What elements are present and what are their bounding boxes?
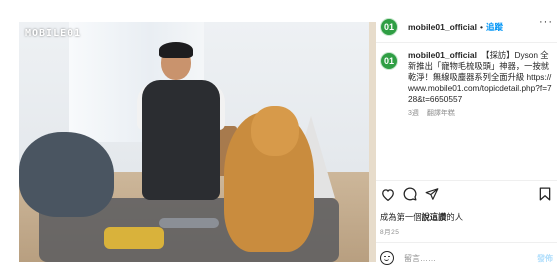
likes-suffix: 的人 [446,212,464,222]
caption-avatar-text: 01 [383,56,394,66]
photo-vacuum [104,227,164,249]
post-side-panel: 01 mobile01_official • 追蹤 ··· 01 mobile0… [376,14,557,269]
comment-form: 發佈 [376,248,557,268]
photo-dog-head [251,106,299,156]
post-comment-button[interactable]: 發佈 [537,253,553,264]
separator-dot: • [479,22,483,32]
emoji-icon[interactable] [380,251,394,265]
see-translation-link[interactable]: 翻譯年糕 [427,110,455,117]
actions-divider [376,180,557,181]
follow-button[interactable]: 追蹤 [486,21,503,33]
comment-icon[interactable] [402,186,418,202]
comment-divider [376,242,557,243]
instagram-post-dialog: MOBILE01 01 mobile01_official • 追蹤 ··· 0… [0,0,557,269]
photo-vacuum-pipe [159,218,219,228]
likes-summary: 成為第一個說這讚的人 [380,211,463,223]
photo-person-hair [159,42,193,58]
post-date: 8月25 [380,229,400,236]
heart-icon[interactable] [380,186,396,202]
photo-watermark: MOBILE01 [25,28,82,39]
photo-person-body [142,80,220,200]
action-bar [380,186,553,202]
avatar-text: 01 [383,22,394,32]
send-icon[interactable] [424,186,440,202]
caption-body: mobile01_official 【採訪】Dyson 全新推出「寵物毛梳吸頭」… [408,50,555,119]
caption-block: 01 mobile01_official 【採訪】Dyson 全新推出「寵物毛梳… [380,50,555,119]
like-this-link[interactable]: 說這讚 [422,212,447,222]
caption-username-link[interactable]: mobile01_official [408,50,477,60]
photo-edge-strip [369,22,376,262]
likes-prefix: 成為第一個 [380,212,422,222]
caption-meta: 3週 翻譯年糕 [408,108,555,119]
username-link[interactable]: mobile01_official [408,22,477,32]
header-divider [376,42,557,43]
caption-age: 3週 [408,110,419,117]
comment-input[interactable] [404,253,524,263]
post-photo[interactable]: MOBILE01 [19,22,369,262]
bookmark-icon[interactable] [537,186,553,202]
more-icon[interactable]: ··· [539,16,553,28]
caption-avatar[interactable]: 01 [380,52,398,70]
avatar[interactable]: 01 [380,18,398,36]
post-header: 01 mobile01_official • 追蹤 ··· [380,16,555,38]
photo-beanbag [19,132,114,217]
